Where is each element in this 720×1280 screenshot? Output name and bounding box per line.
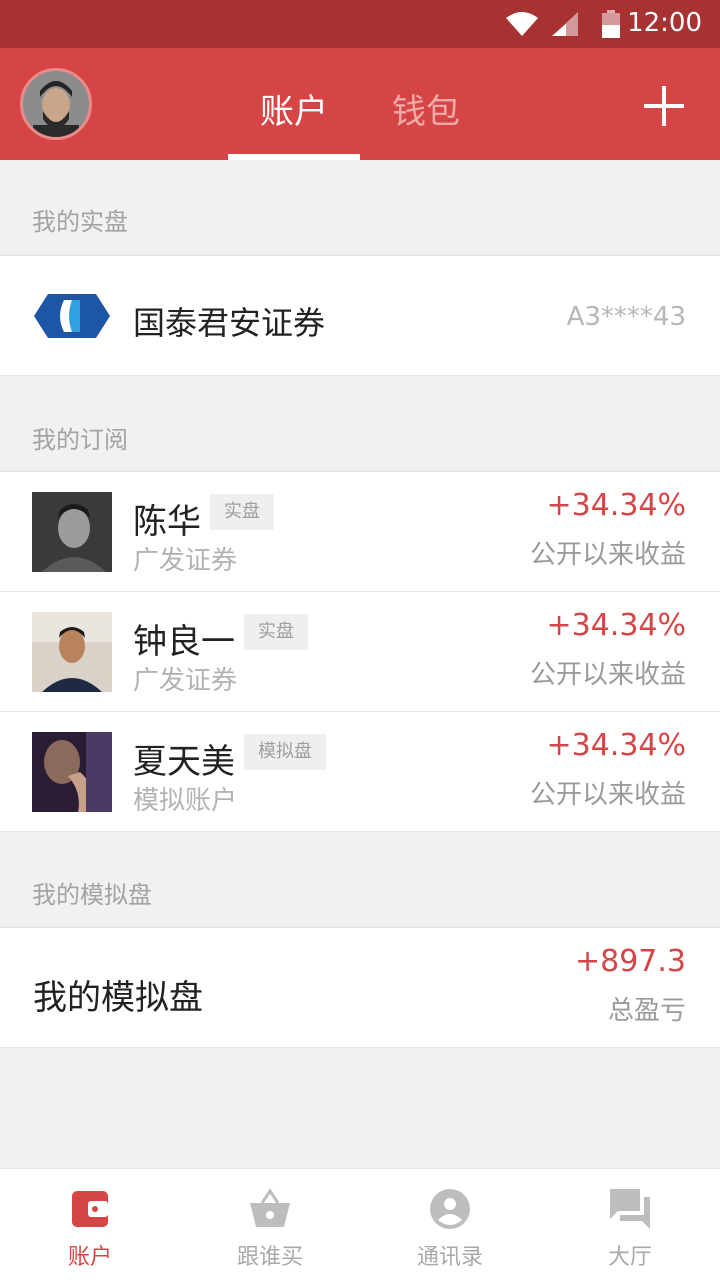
signal-icon [552, 12, 578, 36]
subscriber-avatar [32, 732, 112, 812]
broker-account-row[interactable]: 国泰君安证券 A3****43 [0, 255, 720, 376]
subscriber-broker: 模拟账户 [133, 786, 238, 816]
avatar-image [32, 492, 112, 572]
app-bar: 账户 钱包 [0, 48, 720, 160]
nav-item-account[interactable]: 账户 [0, 1169, 180, 1280]
contact-icon [430, 1189, 470, 1229]
account-type-badge: 模拟盘 [244, 734, 326, 770]
nav-item-hall[interactable]: 大厅 [540, 1169, 720, 1280]
nav-label: 通讯录 [416, 1245, 483, 1270]
return-label: 公开以来收益 [529, 540, 686, 570]
nav-label: 跟谁买 [236, 1245, 303, 1270]
subscription-row[interactable]: 陈华 实盘 广发证券 +34.34% 公开以来收益 [0, 472, 720, 592]
tab-account[interactable]: 账户 [260, 84, 328, 133]
plus-icon[interactable] [644, 86, 684, 126]
chat-icon [610, 1189, 650, 1229]
tab-wallet[interactable]: 钱包 [392, 84, 460, 133]
subscriber-name: 夏天美 [133, 742, 235, 782]
status-time: 12:00 [627, 8, 702, 38]
subscriber-avatar [32, 612, 112, 692]
total-profit-label: 总盈亏 [607, 996, 686, 1026]
user-avatar[interactable] [20, 68, 92, 140]
subscriber-avatar [32, 492, 112, 572]
nav-label: 大厅 [607, 1245, 652, 1270]
subscriptions-list: 陈华 实盘 广发证券 +34.34% 公开以来收益 钟良一 实盘 广发证券 +3… [0, 471, 720, 832]
return-value: +34.34% [546, 608, 686, 643]
wifi-icon [506, 12, 538, 36]
subscriber-name: 钟良一 [133, 622, 235, 662]
nav-item-contacts[interactable]: 通讯录 [360, 1169, 540, 1280]
total-profit-value: +897.3 [574, 944, 686, 979]
account-type-badge: 实盘 [210, 494, 274, 530]
broker-name: 国泰君安证券 [133, 304, 326, 342]
section-title-real: 我的实盘 [32, 208, 128, 236]
subscriber-broker: 广发证券 [133, 666, 238, 696]
nav-item-follow[interactable]: 跟谁买 [180, 1169, 360, 1280]
return-label: 公开以来收益 [529, 660, 686, 690]
bottom-nav: 账户 跟谁买 通讯录 大厅 [0, 1168, 720, 1280]
avatar-image [23, 71, 89, 137]
return-value: +34.34% [546, 488, 686, 523]
nav-label: 账户 [67, 1245, 112, 1270]
status-bar: 12:00 [0, 0, 720, 48]
basket-icon [250, 1188, 290, 1227]
avatar-image [32, 612, 112, 692]
simulated-account-row[interactable]: 我的模拟盘 +897.3 总盈亏 [0, 927, 720, 1048]
subscriber-name: 陈华 [133, 502, 201, 542]
return-label: 公开以来收益 [529, 780, 686, 810]
wallet-icon [72, 1191, 108, 1227]
return-value: +34.34% [546, 728, 686, 763]
simulated-account-name: 我的模拟盘 [33, 978, 203, 1018]
section-title-simulated: 我的模拟盘 [32, 881, 152, 909]
avatar-image [32, 732, 112, 812]
broker-account-number: A3****43 [566, 302, 686, 332]
subscription-row[interactable]: 夏天美 模拟盘 模拟账户 +34.34% 公开以来收益 [0, 712, 720, 832]
active-tab-indicator [228, 154, 360, 160]
subscription-row[interactable]: 钟良一 实盘 广发证券 +34.34% 公开以来收益 [0, 592, 720, 712]
broker-logo [34, 294, 110, 338]
subscriber-broker: 广发证券 [133, 546, 238, 576]
account-type-badge: 实盘 [244, 614, 308, 650]
battery-icon [602, 10, 620, 38]
section-title-subscriptions: 我的订阅 [32, 426, 128, 454]
